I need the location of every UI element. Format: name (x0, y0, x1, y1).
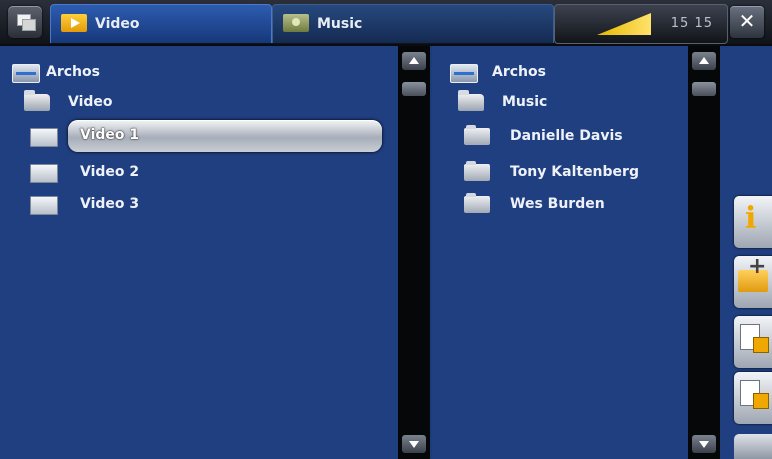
add-folder-icon (738, 256, 768, 292)
action-column: i (720, 46, 772, 459)
list-item[interactable]: Video 2 (28, 160, 248, 186)
clock-readout: 15 15 (670, 16, 713, 31)
list-item-label: Wes Burden (510, 196, 605, 212)
move-button[interactable] (734, 372, 772, 424)
scroll-down-icon[interactable] (692, 435, 716, 453)
right-root-item[interactable]: Archos (446, 60, 666, 86)
folder-icon (464, 193, 490, 213)
left-root-item[interactable]: Archos (6, 60, 206, 86)
file-browser-screen: Video Music 15 15 ✕ Archos Video Video 1… (0, 0, 772, 459)
scroll-thumb[interactable] (402, 82, 426, 96)
tab-music-label: Music (317, 16, 363, 32)
left-folder-label: Video (68, 94, 113, 110)
right-folder-label: Music (502, 94, 548, 110)
right-root-label: Archos (492, 64, 546, 80)
video-file-icon (30, 196, 58, 215)
copy-button[interactable] (734, 316, 772, 368)
scroll-thumb[interactable] (692, 82, 716, 96)
right-folder-item[interactable]: Music (456, 90, 676, 116)
list-item-icon-row-1[interactable] (28, 124, 68, 150)
list-item[interactable]: Tony Kaltenberg (462, 160, 688, 186)
left-root-label: Archos (46, 64, 100, 80)
top-bar: Video Music 15 15 ✕ (0, 0, 772, 46)
open-folder-icon (24, 90, 50, 111)
scroll-up-icon[interactable] (692, 52, 716, 70)
list-item-label: Video 1 (80, 127, 140, 143)
left-folder-item[interactable]: Video (22, 90, 222, 116)
info-button[interactable]: i (734, 196, 772, 248)
video-folder-icon (61, 14, 87, 32)
folder-icon (464, 161, 490, 181)
menu-icon-overlay (22, 19, 36, 31)
info-icon: i (745, 201, 757, 236)
tab-video-label: Video (95, 16, 140, 32)
scroll-up-icon[interactable] (402, 52, 426, 70)
volume-icon[interactable] (597, 13, 651, 35)
open-folder-icon (458, 90, 484, 111)
right-scrollbar[interactable] (688, 46, 720, 459)
tab-video[interactable]: Video (50, 4, 272, 43)
right-browser-pane: Archos Music Danielle Davis Tony Kaltenb… (432, 46, 688, 459)
folder-icon (464, 125, 490, 145)
drive-icon (12, 64, 40, 83)
list-item[interactable]: Video 3 (28, 192, 248, 218)
list-item-label: Video 3 (80, 196, 140, 212)
close-icon: ✕ (738, 9, 756, 33)
add-folder-button[interactable] (734, 256, 772, 308)
list-item-selected[interactable]: Video 1 (68, 120, 382, 152)
move-icon (740, 380, 769, 409)
video-file-icon (30, 164, 58, 183)
scroll-down-icon[interactable] (402, 435, 426, 453)
close-button[interactable]: ✕ (730, 6, 764, 38)
video-file-icon (30, 128, 58, 147)
left-browser-pane: Archos Video Video 1 Video 2 Video 3 (0, 46, 398, 459)
more-actions-button[interactable] (734, 434, 772, 459)
left-scrollbar[interactable] (398, 46, 430, 459)
list-item[interactable]: Danielle Davis (462, 124, 688, 150)
copy-icon (740, 324, 769, 353)
list-item-label: Danielle Davis (510, 128, 623, 144)
drive-icon (450, 64, 478, 83)
list-item[interactable]: Wes Burden (462, 192, 688, 218)
tab-music[interactable]: Music (272, 4, 554, 43)
list-item-label: Video 2 (80, 164, 140, 180)
list-item-label: Tony Kaltenberg (510, 164, 639, 180)
status-panel: 15 15 (554, 4, 728, 44)
menu-button[interactable] (8, 6, 42, 38)
music-folder-icon (283, 14, 309, 32)
